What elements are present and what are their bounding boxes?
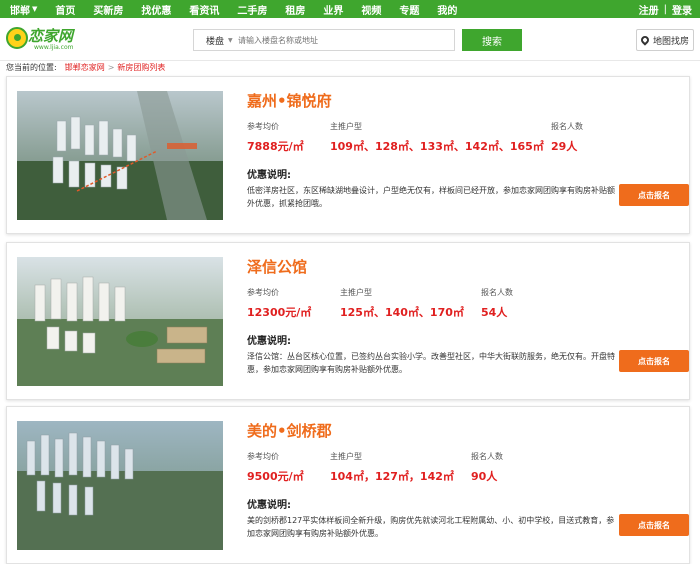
nav-item-deals[interactable]: 找优惠: [132, 2, 180, 17]
nav-item-news[interactable]: 看资讯: [180, 2, 228, 17]
search-type-label: 楼盘: [206, 36, 225, 47]
top-nav: 邯郸 ▼ 首页 买新房 找优惠 看资讯 二手房 租房 业界 视频 专题 我的 注…: [0, 0, 700, 18]
login-link[interactable]: 登录: [672, 2, 692, 17]
search-type-select[interactable]: 楼盘 ▼: [194, 34, 238, 47]
unit-types-column: 主推户型 104㎡，127㎡，142㎡: [330, 451, 454, 484]
nav-item-video[interactable]: 视频: [352, 2, 390, 17]
nav-item-resale[interactable]: 二手房: [228, 2, 276, 17]
listing-title[interactable]: 泽信公馆: [247, 256, 307, 277]
nav-item-mine[interactable]: 我的: [428, 2, 466, 17]
chevron-down-icon: ▼: [228, 36, 233, 44]
nav-item-rent[interactable]: 租房: [276, 2, 314, 17]
unit-types-value: 104㎡，127㎡，142㎡: [330, 470, 454, 483]
snail-logo-icon: [6, 27, 28, 49]
listing-title[interactable]: 嘉州•锦悦府: [247, 90, 332, 111]
city-label: 邯郸: [10, 5, 30, 17]
deal-title: 优惠说明:: [247, 500, 291, 511]
nav-item-topics[interactable]: 专题: [390, 2, 428, 17]
signups-label: 报名人数: [471, 452, 503, 461]
map-pin-icon: [639, 34, 651, 46]
listing-card: 美的•剑桥郡 参考均价 9500元/㎡ 主推户型 104㎡，127㎡，142㎡ …: [6, 406, 690, 564]
signups-column: 报名人数 54人: [481, 287, 513, 320]
avg-price-column: 参考均价 9500元/㎡: [247, 451, 304, 484]
logo-domain: www.ljia.com: [34, 44, 74, 51]
breadcrumb: 您当前的位置: 邯郸恋家网 > 新房团购列表: [0, 60, 700, 74]
listing-photo[interactable]: [17, 257, 223, 386]
deal-description: 泽信公馆：丛台区核心位置，已签约丛台实验小学。改善型社区，中华大街联防服务，绝无…: [247, 352, 615, 374]
map-search-button[interactable]: 地图找房: [636, 29, 694, 51]
aerial-rendering-image: [17, 91, 223, 220]
avg-price-value: 9500元/㎡: [247, 470, 304, 483]
deal-description: 低密洋房社区，东区稀缺湖地叠设计，户型绝无仅有，样板间已经开放，参加恋家网团购享…: [247, 186, 615, 208]
nav-item-new-homes[interactable]: 买新房: [84, 2, 132, 17]
apply-button[interactable]: 点击报名: [619, 184, 689, 206]
logo-wordmark: 恋家网: [28, 27, 74, 45]
unit-types-value: 109㎡、128㎡、133㎡、142㎡、165㎡: [330, 140, 544, 153]
aerial-rendering-image: [17, 257, 223, 386]
signups-value: 54人: [481, 306, 508, 319]
aerial-rendering-image: [17, 421, 223, 550]
signups-column: 报名人数 90人: [471, 451, 503, 484]
listing-title[interactable]: 美的•剑桥郡: [247, 420, 332, 441]
unit-types-value: 125㎡、140㎡、170㎡: [340, 306, 464, 319]
site-logo[interactable]: 恋家网 www.ljia.com: [6, 25, 76, 53]
deal-description: 美的剑桥郡127平实体样板间全新升级，购房优先就读河北工程附属幼、小、初中学校，…: [247, 516, 615, 538]
unit-types-label: 主推户型: [330, 122, 362, 131]
unit-types-column: 主推户型 109㎡、128㎡、133㎡、142㎡、165㎡: [330, 121, 544, 154]
listing-card: 泽信公馆 参考均价 12300元/㎡ 主推户型 125㎡、140㎡、170㎡ 报…: [6, 242, 690, 400]
signups-value: 29人: [551, 140, 578, 153]
map-search-label: 地图找房: [652, 36, 689, 47]
divider: |: [663, 3, 667, 15]
breadcrumb-current[interactable]: 新房团购列表: [117, 62, 165, 73]
nav-item-home[interactable]: 首页: [46, 2, 84, 17]
deal-title: 优惠说明:: [247, 170, 291, 181]
nav-items: 首页 买新房 找优惠 看资讯 二手房 租房 业界 视频 专题 我的: [46, 2, 466, 17]
register-link[interactable]: 注册: [639, 2, 659, 17]
signups-column: 报名人数 29人: [551, 121, 583, 154]
unit-types-label: 主推户型: [340, 288, 372, 297]
header: 恋家网 www.ljia.com 楼盘 ▼ 搜索 地图找房: [0, 18, 700, 60]
unit-types-column: 主推户型 125㎡、140㎡、170㎡: [340, 287, 464, 320]
account-links: 注册 | 登录: [639, 2, 700, 17]
city-selector[interactable]: 邯郸 ▼: [0, 2, 46, 17]
breadcrumb-label: 您当前的位置:: [6, 63, 57, 72]
avg-price-label: 参考均价: [247, 288, 279, 297]
chevron-down-icon: ▼: [32, 5, 38, 13]
signups-label: 报名人数: [481, 288, 513, 297]
search-button[interactable]: 搜索: [462, 29, 522, 51]
apply-button[interactable]: 点击报名: [619, 514, 689, 536]
avg-price-value: 7888元/㎡: [247, 140, 304, 153]
signups-value: 90人: [471, 470, 498, 483]
avg-price-column: 参考均价 7888元/㎡: [247, 121, 304, 154]
nav-item-industry[interactable]: 业界: [314, 2, 352, 17]
listing-card: 嘉州•锦悦府 参考均价 7888元/㎡ 主推户型 109㎡、128㎡、133㎡、…: [6, 76, 690, 234]
search-box: 楼盘 ▼: [193, 29, 455, 51]
unit-types-label: 主推户型: [330, 452, 362, 461]
search-input[interactable]: [238, 35, 438, 45]
deal-title: 优惠说明:: [247, 336, 291, 347]
apply-button[interactable]: 点击报名: [619, 350, 689, 372]
listing-photo[interactable]: [17, 91, 223, 220]
avg-price-label: 参考均价: [247, 122, 279, 131]
avg-price-column: 参考均价 12300元/㎡: [247, 287, 311, 320]
breadcrumb-home-link[interactable]: 邯郸恋家网: [65, 62, 105, 73]
avg-price-value: 12300元/㎡: [247, 306, 312, 319]
breadcrumb-separator: >: [107, 63, 115, 72]
signups-label: 报名人数: [551, 122, 583, 131]
avg-price-label: 参考均价: [247, 452, 279, 461]
listing-photo[interactable]: [17, 421, 223, 550]
